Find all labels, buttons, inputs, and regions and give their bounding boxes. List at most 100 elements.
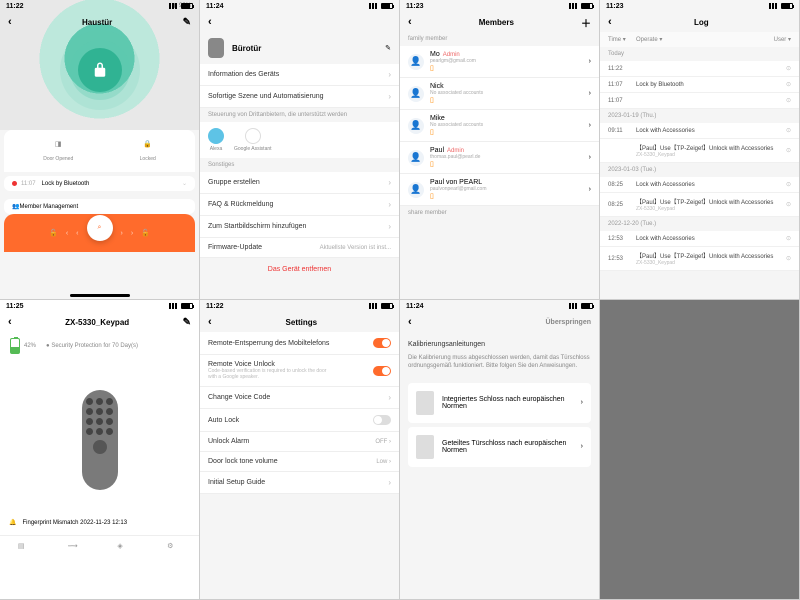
log-date: 2023-01-03 (Tue.) (600, 163, 799, 177)
row-faq[interactable]: FAQ & Rückmeldung› (200, 194, 399, 216)
log-row[interactable]: 08:25【Paul】Use【TP-Zeigef】Unlock with Acc… (600, 193, 799, 217)
log-row[interactable]: 08:25Lock with Accessories⊙ (600, 177, 799, 193)
screen-keypad: 11:25 ‹ZX-5330_Keypad✎ 42% ● Security Pr… (0, 300, 200, 600)
state-door-opened: ◨Door Opened (43, 140, 73, 162)
screen-lock-main: 11:22 ‹ Haustür ✎ ▮90% ◨Door Opened 🔒Loc… (0, 0, 200, 300)
log-row[interactable]: 11:07Lock by Bluetooth⊙ (600, 77, 799, 93)
signal-icon (369, 3, 379, 9)
section-voice: Steuerung von Drittanbietern, die unters… (200, 108, 399, 122)
settings-row[interactable]: Door lock tone volumeLow › (200, 452, 399, 472)
status-time: 11:24 (206, 3, 224, 10)
battery-icon (181, 3, 193, 9)
screen-log: 11:23 ‹Log Time ▾ Operate ▾ User ▾ Today… (600, 0, 800, 300)
section-family: family member (400, 32, 599, 46)
toggle[interactable] (373, 415, 391, 425)
lock-icon (91, 61, 109, 79)
event-row[interactable]: 🔔 Fingerprint Mismatch 2022-11-23 12:13 (4, 514, 195, 531)
key-button[interactable]: ⌕ (87, 215, 113, 241)
status-bar: 11:22 (0, 0, 199, 12)
fingerprint-icon (93, 440, 107, 454)
settings-row[interactable]: Auto Lock (200, 409, 399, 432)
settings-row[interactable]: Remote-Entsperrung des Mobiltelefons (200, 332, 399, 355)
home-indicator[interactable] (70, 294, 130, 297)
back-button[interactable]: ‹ (408, 316, 412, 328)
status-time: 11:22 (6, 3, 24, 10)
edit-button[interactable]: ✎ (385, 44, 391, 52)
state-locked: 🔒Locked (140, 140, 156, 162)
log-row[interactable]: 11:22⊙ (600, 61, 799, 77)
member-row[interactable]: 👤MoAdminpearlgm@gmail.com▯› (400, 46, 599, 78)
member-row[interactable]: 👤Paul von PEARLpaulvonpearl@gmail.com▯› (400, 174, 599, 206)
screen-settings: 11:22 ‹Settings Remote-Entsperrung des M… (200, 300, 400, 600)
option-split-lock[interactable]: Geteiltes Türschloss nach europäischen N… (408, 427, 591, 467)
chevron-right-icon: › (589, 154, 591, 161)
avatar-icon: 👤 (408, 54, 424, 70)
unlock-icon: 🔓 (49, 229, 58, 237)
col-time[interactable]: Time ▾ (608, 36, 636, 43)
log-row[interactable]: 12:53【Paul】Use【TP-Zeigef】Unlock with Acc… (600, 247, 799, 271)
member-row[interactable]: 👤MikeNo associated accounts▯› (400, 110, 599, 142)
col-operate[interactable]: Operate ▾ (636, 36, 774, 43)
edit-button[interactable]: ✎ (183, 17, 191, 28)
lock-button[interactable] (78, 48, 122, 92)
back-button[interactable]: ‹ (208, 16, 212, 28)
avatar-icon: 👤 (408, 86, 424, 102)
log-header: Time ▾ Operate ▾ User ▾ (600, 32, 799, 47)
settings-row[interactable]: Change Voice Code› (200, 387, 399, 409)
tab-unlock[interactable]: ◈ (117, 542, 131, 556)
lock-icon (416, 391, 434, 415)
calibration-heading: Kalibrierungsanleitungen (408, 340, 591, 350)
option-integrated-lock[interactable]: Integriertes Schloss nach europäischen N… (408, 383, 591, 423)
row-scenes[interactable]: Sofortige Szene und Automatisierung› (200, 86, 399, 108)
event-row[interactable]: 11:07 Lock by Bluetooth ⌄ (4, 176, 195, 191)
page-title: ZX-5330_Keypad (12, 318, 183, 327)
unlock-slider[interactable]: 🔓 ‹‹ ⌕ ›› 🔓 (4, 214, 195, 252)
voice-alexa[interactable]: Alexa (208, 128, 224, 152)
page-title: Members (412, 18, 581, 27)
col-user[interactable]: User ▾ (774, 36, 791, 43)
row-device-info[interactable]: Information des Geräts› (200, 64, 399, 86)
edit-button[interactable]: ✎ (183, 317, 191, 328)
chevron-right-icon: › (589, 122, 591, 129)
tab-settings[interactable]: ⚙ (167, 542, 181, 556)
log-row[interactable]: 11:07⊙ (600, 93, 799, 109)
log-date: Today (600, 47, 799, 61)
avatar-icon: 👤 (408, 118, 424, 134)
keypad-image (82, 390, 118, 490)
log-row[interactable]: 12:53Lock with Accessories⊙ (600, 231, 799, 247)
log-date: 2023-01-19 (Thu.) (600, 109, 799, 123)
page-title: Log (612, 18, 791, 27)
member-mgmt-row[interactable]: 👥Member Management (4, 199, 195, 214)
row-firmware[interactable]: Firmware-UpdateAktuellste Version ist in… (200, 238, 399, 258)
tab-key[interactable]: ⟿ (68, 542, 82, 556)
log-row[interactable]: 09:11Lock with Accessories⊙ (600, 123, 799, 139)
add-button[interactable]: ＋ (581, 15, 591, 30)
settings-row[interactable]: Unlock AlarmOFF › (200, 432, 399, 452)
chevron-right-icon: › (581, 399, 583, 406)
screen-device-settings: 11:24 ‹ Bürotür ✎ Information des Geräts… (200, 0, 400, 300)
screen-members: 11:23 ‹Members＋ family member 👤MoAdminpe… (400, 0, 600, 300)
chevron-right-icon: › (581, 443, 583, 450)
tab-records[interactable]: ▤ (18, 542, 32, 556)
voice-google[interactable]: Google Assistant (234, 128, 272, 152)
page-title: Haustür (12, 18, 183, 27)
alert-dot-icon (12, 181, 17, 186)
toggle[interactable] (373, 338, 391, 348)
log-row[interactable]: 【Paul】Use【TP-Zeigef】Unlock with Accessor… (600, 139, 799, 163)
remove-device-button[interactable]: Das Gerät entfernen (200, 258, 399, 281)
member-row[interactable]: 👤NickNo associated accounts▯› (400, 78, 599, 110)
settings-row[interactable]: Remote Voice UnlockCode-based verificati… (200, 355, 399, 387)
skip-button[interactable]: Überspringen (545, 319, 591, 326)
device-name: Bürotür (232, 44, 377, 53)
lock-icon (416, 435, 434, 459)
section-share: share member (400, 206, 599, 220)
row-group[interactable]: Gruppe erstellen› (200, 172, 399, 194)
calibration-text: Die Kalibrierung muss abgeschlossen werd… (408, 354, 591, 371)
toggle[interactable] (373, 366, 391, 376)
member-row[interactable]: 👤PaulAdminthomas.paul@pearl.de▯› (400, 142, 599, 174)
security-text: ● Security Protection for 70 Day(s) (46, 343, 138, 349)
row-homescreen[interactable]: Zum Startbildschirm hinzufügen› (200, 216, 399, 238)
settings-row[interactable]: Initial Setup Guide› (200, 472, 399, 494)
signal-icon (169, 3, 179, 9)
lock-icon: 🔓 (141, 229, 150, 237)
